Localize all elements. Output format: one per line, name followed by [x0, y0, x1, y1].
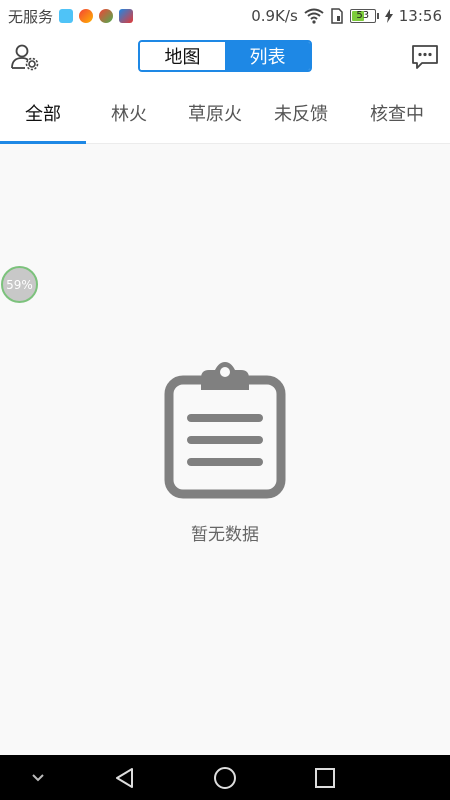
chevron-down-icon: [32, 773, 44, 781]
user-settings-icon: [11, 44, 39, 71]
recents-button[interactable]: [303, 755, 347, 800]
carrier-label: 无服务: [8, 7, 54, 26]
battery-icon: 53: [349, 9, 379, 23]
battery-level: 53: [356, 10, 370, 21]
status-right: 0.9K/s 53 13:56: [251, 7, 442, 25]
tab-grassland-fire[interactable]: 草原火: [172, 82, 258, 144]
map-view-tab[interactable]: 地图: [140, 42, 225, 70]
messages-button[interactable]: [410, 42, 440, 72]
empty-state-message: 暂无数据: [191, 525, 259, 545]
system-navigation-bar: [0, 755, 450, 800]
home-circle-icon: [214, 766, 236, 789]
weibo-app-icon: [79, 9, 94, 23]
top-bar: 地图 列表: [0, 32, 450, 82]
back-button[interactable]: [103, 755, 147, 800]
floating-progress-badge[interactable]: 59%: [1, 266, 38, 303]
status-left: 无服务: [8, 6, 134, 27]
clipboard-icon: [164, 362, 286, 499]
tab-label: 全部: [25, 104, 61, 125]
tab-forest-fire[interactable]: 林火: [86, 82, 172, 144]
recents-square-icon: [315, 767, 335, 788]
hide-nav-button[interactable]: [16, 755, 60, 800]
tab-no-feedback[interactable]: 未反馈: [258, 82, 344, 144]
view-toggle: 地图 列表: [138, 40, 312, 72]
home-button[interactable]: [203, 755, 247, 800]
tab-label: 林火: [111, 104, 147, 125]
tab-selected-indicator: [0, 141, 86, 144]
empty-state: 暂无数据: [0, 360, 450, 545]
gallery-app-icon: [59, 9, 74, 23]
status-bar: 无服务 0.9K/s 53 13:56: [0, 0, 450, 32]
tab-verifying[interactable]: 核查中: [344, 82, 450, 144]
tab-label: 核查中: [370, 104, 424, 125]
back-triangle-icon: [116, 767, 133, 788]
maps-app-icon: [119, 9, 134, 23]
sim-icon: [331, 8, 343, 24]
list-view-tab[interactable]: 列表: [225, 42, 310, 70]
screen: 无服务 0.9K/s 53 13:56 地图 列表 全部 林火 草原火 未反馈 …: [0, 0, 450, 800]
charging-icon: [384, 9, 393, 23]
network-speed: 0.9K/s: [251, 7, 298, 25]
chat-bubble-icon: [412, 45, 438, 69]
filter-tabs: 全部 林火 草原火 未反馈 核查中: [0, 82, 450, 144]
tab-label: 未反馈: [274, 104, 328, 125]
user-settings-button[interactable]: [10, 42, 40, 72]
tab-all[interactable]: 全部: [0, 82, 86, 144]
clock: 13:56: [398, 7, 442, 25]
wifi-icon: [304, 8, 324, 24]
tab-label: 草原火: [188, 104, 242, 125]
weibo-app-icon-2: [99, 9, 114, 23]
